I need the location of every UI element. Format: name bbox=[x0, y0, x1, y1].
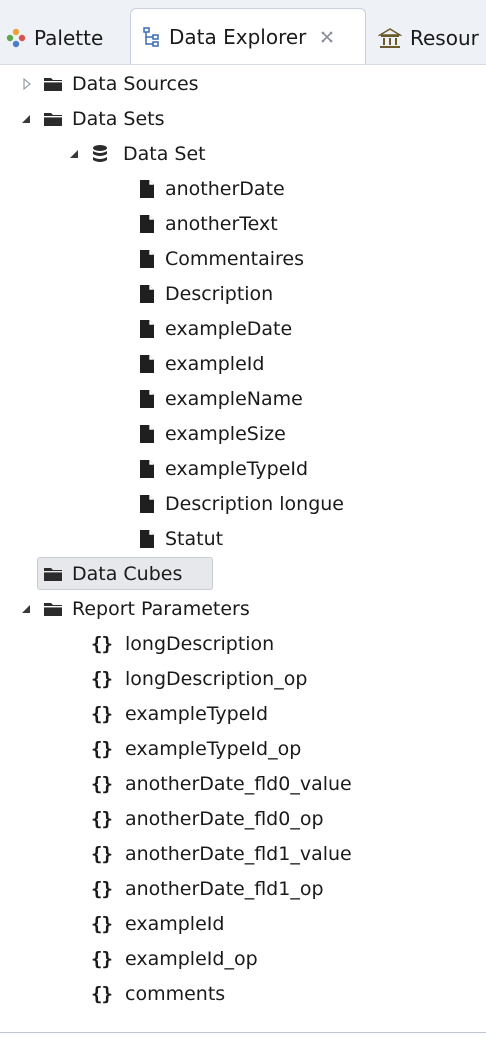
tree-node-label: exampleTypeId bbox=[165, 457, 309, 480]
tree-node-data-sources[interactable]: Data Sources bbox=[0, 66, 486, 101]
tab-label: Data Explorer bbox=[169, 25, 307, 49]
tree-node-label: exampleId bbox=[125, 912, 225, 935]
tree-node-label: longDescription_op bbox=[125, 667, 308, 690]
file-icon bbox=[140, 424, 154, 443]
folder-icon bbox=[43, 566, 63, 582]
tree-node-parameter[interactable]: {} longDescription_op bbox=[0, 661, 486, 696]
file-icon bbox=[140, 494, 154, 513]
tree-node-field[interactable]: anotherDate bbox=[0, 171, 486, 206]
tree-node-label: exampleTypeId_op bbox=[125, 737, 302, 760]
tree-node-label: comments bbox=[125, 982, 226, 1005]
tree-node-label: Statut bbox=[165, 527, 224, 550]
expand-arrow-icon[interactable] bbox=[21, 77, 33, 90]
collapse-arrow-icon[interactable] bbox=[20, 113, 32, 125]
tree-node-label: anotherText bbox=[165, 212, 278, 235]
close-icon[interactable] bbox=[320, 30, 334, 44]
tree-node-label: Commentaires bbox=[165, 247, 304, 270]
braces-icon: {} bbox=[91, 947, 113, 970]
file-icon bbox=[140, 179, 154, 198]
tab-palette[interactable]: Palette bbox=[6, 12, 103, 64]
braces-icon: {} bbox=[91, 877, 113, 900]
tree-node-label: anotherDate_fld1_op bbox=[125, 877, 324, 900]
tree-node-field[interactable]: Statut bbox=[0, 521, 486, 556]
folder-icon bbox=[43, 111, 63, 127]
tree-node-field[interactable]: Description longue bbox=[0, 486, 486, 521]
tree-node-label: longDescription bbox=[125, 632, 275, 655]
folder-icon bbox=[43, 601, 63, 617]
tree-node-label: exampleTypeId bbox=[125, 702, 269, 725]
database-icon bbox=[92, 144, 108, 164]
file-icon bbox=[140, 354, 154, 373]
tree-node-label: Data Set bbox=[123, 142, 206, 165]
collapse-arrow-icon[interactable] bbox=[20, 603, 32, 615]
file-icon bbox=[140, 284, 154, 303]
tree-node-parameter[interactable]: {} exampleTypeId bbox=[0, 696, 486, 731]
tab-data-explorer[interactable]: Data Explorer bbox=[130, 8, 366, 64]
tree-node-label: anotherDate_fld0_value bbox=[125, 772, 352, 795]
tree-node-data-cubes[interactable]: Data Cubes bbox=[0, 556, 486, 591]
tree-node-field[interactable]: Commentaires bbox=[0, 241, 486, 276]
tree-node-label: anotherDate bbox=[165, 177, 285, 200]
tree-node-field[interactable]: exampleName bbox=[0, 381, 486, 416]
tree-node-label: exampleId_op bbox=[125, 947, 258, 970]
braces-icon: {} bbox=[91, 667, 113, 690]
tab-label: Palette bbox=[34, 26, 104, 50]
tree-node-field[interactable]: exampleId bbox=[0, 346, 486, 381]
tree-node-field[interactable]: anotherText bbox=[0, 206, 486, 241]
braces-icon: {} bbox=[91, 702, 113, 725]
collapse-arrow-icon[interactable] bbox=[68, 148, 80, 160]
tree-node-parameter[interactable]: {} anotherDate_fld0_op bbox=[0, 801, 486, 836]
tree-node-parameter[interactable]: {} exampleId_op bbox=[0, 941, 486, 976]
data-explorer-icon bbox=[141, 26, 161, 48]
tree-node-report-parameters[interactable]: Report Parameters bbox=[0, 591, 486, 626]
data-explorer-tree: Data Sources Data Sets Data Set anotherD… bbox=[0, 64, 486, 1032]
folder-icon bbox=[43, 76, 63, 92]
file-icon bbox=[140, 459, 154, 478]
tree-node-label: Data Sets bbox=[72, 107, 165, 130]
braces-icon: {} bbox=[91, 982, 113, 1005]
tree-node-label: anotherDate_fld0_op bbox=[125, 807, 324, 830]
braces-icon: {} bbox=[91, 772, 113, 795]
tree-node-label: Description bbox=[165, 282, 274, 305]
tree-node-parameter[interactable]: {} longDescription bbox=[0, 626, 486, 661]
tree-node-label: exampleId bbox=[165, 352, 265, 375]
tree-node-label: anotherDate_fld1_value bbox=[125, 842, 352, 865]
tree-node-field[interactable]: Description bbox=[0, 276, 486, 311]
palette-icon bbox=[6, 28, 26, 48]
tree-node-label: Report Parameters bbox=[72, 597, 250, 620]
tab-resource[interactable]: Resour bbox=[378, 12, 479, 64]
braces-icon: {} bbox=[91, 737, 113, 760]
tree-node-label: exampleSize bbox=[165, 422, 286, 445]
tree-node-field[interactable]: exampleTypeId bbox=[0, 451, 486, 486]
tree-node-label: Data Sources bbox=[72, 72, 199, 95]
file-icon bbox=[140, 319, 154, 338]
tree-node-parameter[interactable]: {} anotherDate_fld0_value bbox=[0, 766, 486, 801]
braces-icon: {} bbox=[91, 912, 113, 935]
tree-node-parameter[interactable]: {} anotherDate_fld1_op bbox=[0, 871, 486, 906]
panel-bottom-border bbox=[0, 1032, 486, 1033]
tab-label: Resour bbox=[410, 26, 479, 50]
tree-node-data-set[interactable]: Data Set bbox=[0, 136, 486, 171]
view-tab-bar: Palette Data Explorer Resour bbox=[0, 0, 486, 65]
tree-node-label: Data Cubes bbox=[72, 562, 183, 585]
tree-node-parameter[interactable]: {} comments bbox=[0, 976, 486, 1011]
file-icon bbox=[140, 389, 154, 408]
braces-icon: {} bbox=[91, 807, 113, 830]
braces-icon: {} bbox=[91, 842, 113, 865]
resource-icon bbox=[378, 27, 402, 49]
file-icon bbox=[140, 529, 154, 548]
tree-node-label: exampleDate bbox=[165, 317, 293, 340]
tree-node-parameter[interactable]: {} exampleTypeId_op bbox=[0, 731, 486, 766]
tree-node-parameter[interactable]: {} anotherDate_fld1_value bbox=[0, 836, 486, 871]
braces-icon: {} bbox=[91, 632, 113, 655]
tree-node-label: Description longue bbox=[165, 492, 344, 515]
file-icon bbox=[140, 214, 154, 233]
tree-node-field[interactable]: exampleDate bbox=[0, 311, 486, 346]
tree-node-parameter[interactable]: {} exampleId bbox=[0, 906, 486, 941]
file-icon bbox=[140, 249, 154, 268]
tree-node-data-sets[interactable]: Data Sets bbox=[0, 101, 486, 136]
tree-node-field[interactable]: exampleSize bbox=[0, 416, 486, 451]
tree-node-label: exampleName bbox=[165, 387, 303, 410]
